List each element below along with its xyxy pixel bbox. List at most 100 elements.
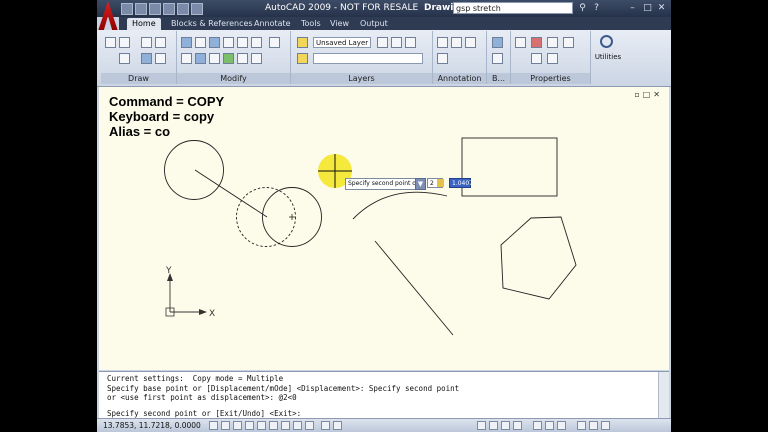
diagonal-line[interactable]: [374, 240, 454, 336]
tab-output[interactable]: Output: [355, 18, 393, 30]
stretch-icon[interactable]: [181, 53, 192, 64]
minimize-icon[interactable]: –: [627, 3, 638, 14]
rotate-icon[interactable]: [209, 37, 220, 48]
original-circle[interactable]: [164, 140, 224, 200]
pan-icon[interactable]: [477, 421, 486, 430]
linetype-icon[interactable]: [547, 37, 558, 48]
tab-tools[interactable]: Tools: [296, 18, 326, 30]
original-line[interactable]: [194, 169, 268, 218]
help-search-input[interactable]: gsp stretch: [453, 2, 573, 14]
close-icon[interactable]: ✕: [656, 3, 667, 14]
panel-annotation-title[interactable]: Annotation: [433, 73, 486, 84]
circle-icon[interactable]: [141, 37, 152, 48]
layer-match-icon[interactable]: [391, 37, 402, 48]
text-icon[interactable]: [437, 37, 448, 48]
panel-properties: Properties: [511, 31, 591, 84]
annotation-scale-icon[interactable]: [533, 421, 542, 430]
coordinate-readout[interactable]: 13.7853, 11.7218, 0.0000: [103, 421, 201, 430]
layout-toggle[interactable]: [333, 421, 342, 430]
color-icon[interactable]: [531, 37, 542, 48]
mirror-icon[interactable]: [237, 37, 248, 48]
move-icon[interactable]: [181, 37, 192, 48]
arc-shape[interactable]: [352, 191, 448, 220]
help-icon[interactable]: ?: [591, 3, 602, 14]
lineweight-icon[interactable]: [563, 37, 574, 48]
model-toggle[interactable]: [321, 421, 330, 430]
offset-icon[interactable]: [269, 37, 280, 48]
qnew-icon[interactable]: [121, 3, 133, 15]
maximize-icon[interactable]: □: [642, 3, 653, 14]
panel-annotation: Annotation: [433, 31, 487, 84]
layer-previous-icon[interactable]: [377, 37, 388, 48]
hatch-icon[interactable]: [141, 53, 152, 64]
osnap-toggle[interactable]: [257, 421, 266, 430]
panel-modify-title[interactable]: Modify: [177, 73, 290, 84]
layer-isolate-icon[interactable]: [405, 37, 416, 48]
annotation-visibility-icon[interactable]: [545, 421, 554, 430]
command-window-scrollbar[interactable]: [658, 372, 669, 419]
match-properties-icon[interactable]: [515, 37, 526, 48]
ducs-toggle[interactable]: [281, 421, 290, 430]
create-block-icon[interactable]: [492, 53, 503, 64]
arc-icon[interactable]: [155, 37, 166, 48]
dynamic-input-y-field[interactable]: 1.0407: [449, 178, 473, 188]
table-icon[interactable]: [437, 53, 448, 64]
scale-icon[interactable]: [195, 53, 206, 64]
search-icon[interactable]: ⚲: [577, 3, 588, 14]
break-icon[interactable]: [251, 53, 262, 64]
array-icon[interactable]: [209, 53, 220, 64]
lock-toolbar-icon[interactable]: [589, 421, 598, 430]
panel-draw-title[interactable]: Draw: [101, 73, 176, 84]
dimension-icon[interactable]: [451, 37, 462, 48]
grid-toggle[interactable]: [221, 421, 230, 430]
dynamic-input-options-icon[interactable]: ▼: [415, 178, 426, 190]
panel-block-title[interactable]: B...: [487, 73, 510, 84]
showmotion-icon[interactable]: [513, 421, 522, 430]
tab-view[interactable]: View: [325, 18, 354, 30]
undo-icon[interactable]: [163, 3, 175, 15]
lwt-toggle[interactable]: [305, 421, 314, 430]
command-window[interactable]: Current settings: Copy mode = Multiple S…: [99, 371, 669, 419]
redo-icon[interactable]: [177, 3, 189, 15]
copy-icon[interactable]: [195, 37, 206, 48]
panel-properties-title[interactable]: Properties: [511, 73, 590, 84]
utilities-label[interactable]: Utilities: [591, 53, 625, 61]
dyn-toggle[interactable]: [293, 421, 302, 430]
steeringwheel-icon[interactable]: [501, 421, 510, 430]
tab-annotate[interactable]: Annotate: [249, 18, 296, 30]
snap-toggle[interactable]: [209, 421, 218, 430]
gradient-icon[interactable]: [155, 53, 166, 64]
ortho-toggle[interactable]: [233, 421, 242, 430]
clean-screen-icon[interactable]: [601, 421, 610, 430]
autoscale-icon[interactable]: [557, 421, 566, 430]
rectangle-icon[interactable]: [119, 53, 130, 64]
plot-style-icon[interactable]: [547, 53, 558, 64]
erase-icon[interactable]: [223, 53, 234, 64]
polar-toggle[interactable]: [245, 421, 254, 430]
magnifier-utilities-icon[interactable]: [600, 35, 613, 48]
line-icon[interactable]: [105, 37, 116, 48]
plot-icon[interactable]: [191, 3, 203, 15]
explode-icon[interactable]: [237, 53, 248, 64]
tab-blocks-references[interactable]: Blocks & References: [166, 18, 258, 30]
insert-block-icon[interactable]: [492, 37, 503, 48]
rectangle-shape[interactable]: [461, 137, 558, 197]
fillet-icon[interactable]: [251, 37, 262, 48]
workspace-switch-icon[interactable]: [577, 421, 586, 430]
polyline-icon[interactable]: [119, 37, 130, 48]
layer-combo[interactable]: Unsaved Layer: [313, 37, 371, 48]
layer-state-combo[interactable]: [313, 53, 423, 64]
tab-home[interactable]: Home: [127, 18, 161, 30]
leader-icon[interactable]: [465, 37, 476, 48]
save-icon[interactable]: [149, 3, 161, 15]
bulb-icon[interactable]: [297, 53, 308, 64]
hexagon-shape[interactable]: [500, 216, 577, 300]
zoom-icon[interactable]: [489, 421, 498, 430]
otrack-toggle[interactable]: [269, 421, 278, 430]
trim-icon[interactable]: [223, 37, 234, 48]
layer-properties-icon[interactable]: [297, 37, 308, 48]
drawing-area[interactable]: ▫□✕ Command = COPY Keyboard = copy Alias…: [99, 87, 669, 370]
list-icon[interactable]: [531, 53, 542, 64]
open-icon[interactable]: [135, 3, 147, 15]
panel-layers-title[interactable]: Layers: [291, 73, 432, 84]
